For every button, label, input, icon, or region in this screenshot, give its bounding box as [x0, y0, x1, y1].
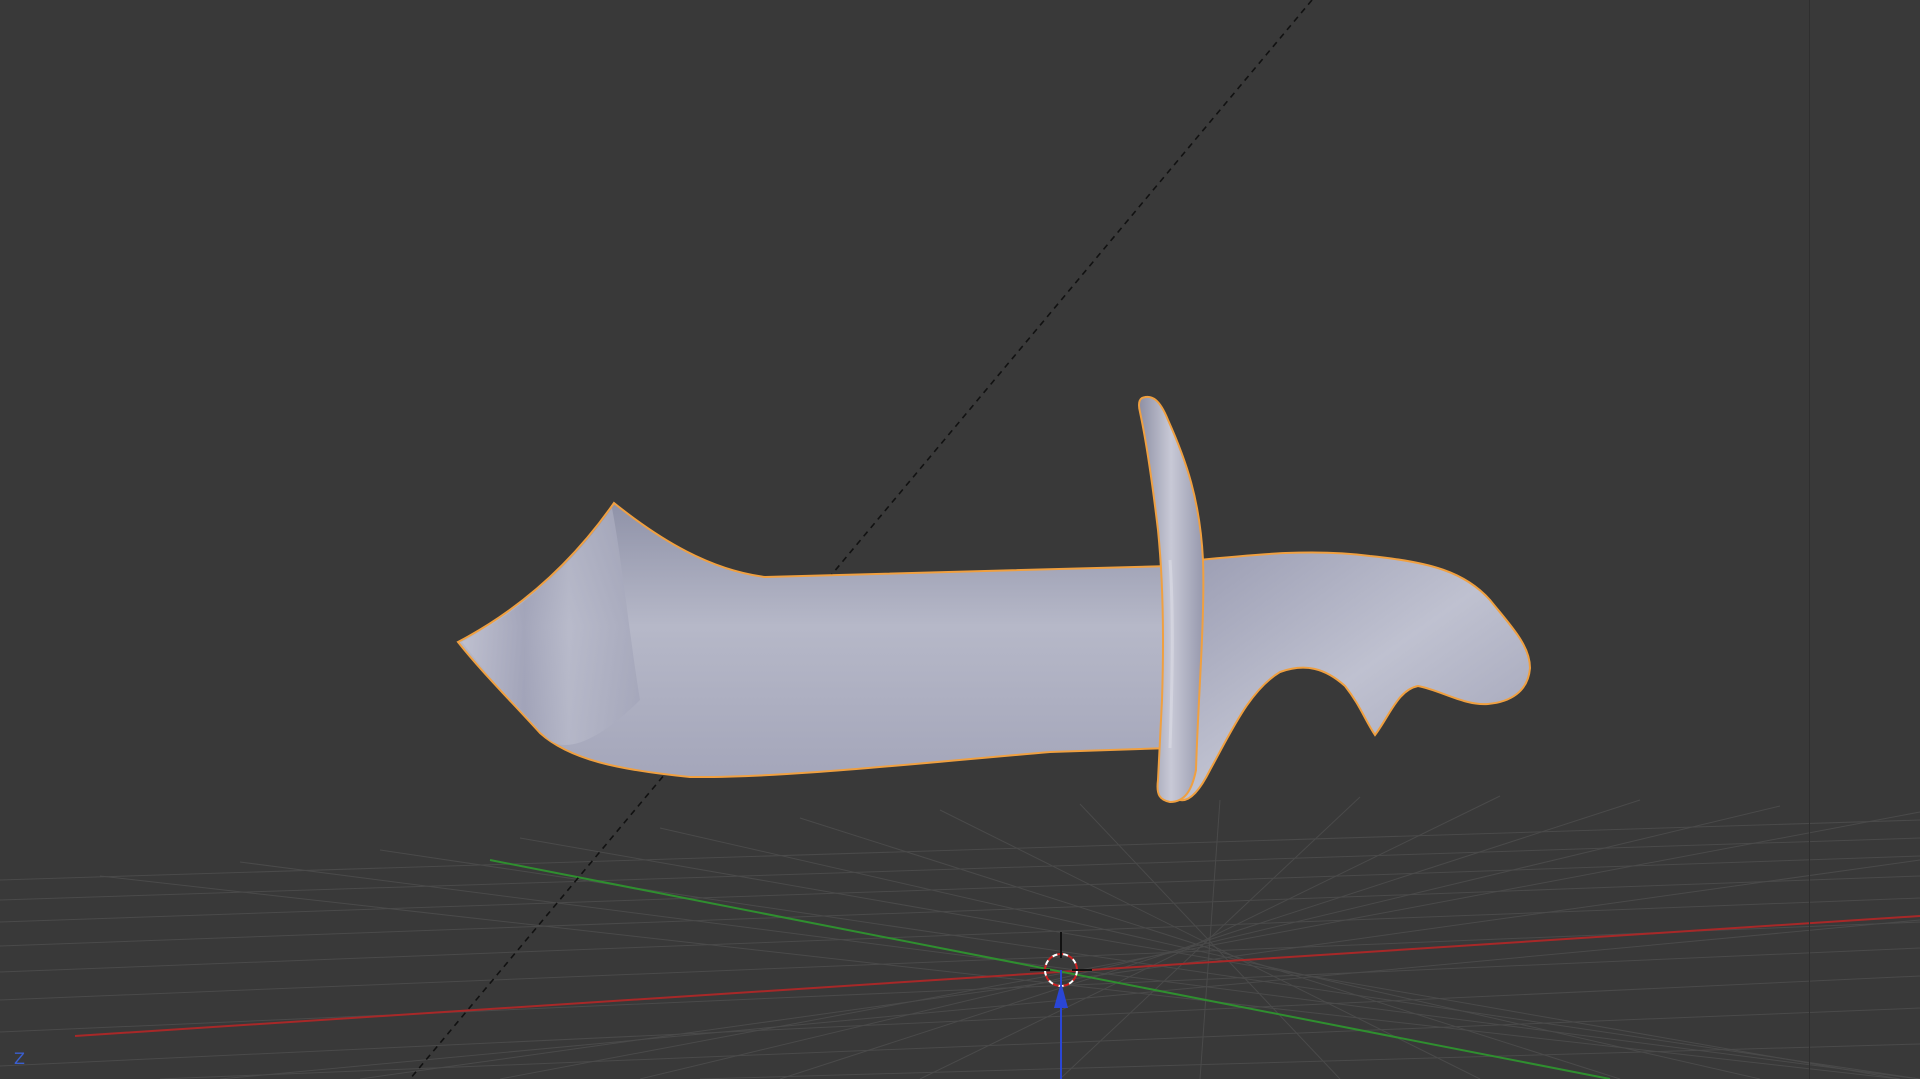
knife-handle[interactable]	[1176, 551, 1532, 802]
knife-mesh[interactable]	[456, 395, 1532, 804]
viewport-canvas[interactable]	[0, 0, 1920, 1079]
floor-grid	[0, 795, 1920, 1079]
3d-viewport[interactable]: Z	[0, 0, 1920, 1079]
region-divider[interactable]	[1809, 0, 1810, 1079]
axis-indicator-label: Z	[14, 1049, 25, 1068]
